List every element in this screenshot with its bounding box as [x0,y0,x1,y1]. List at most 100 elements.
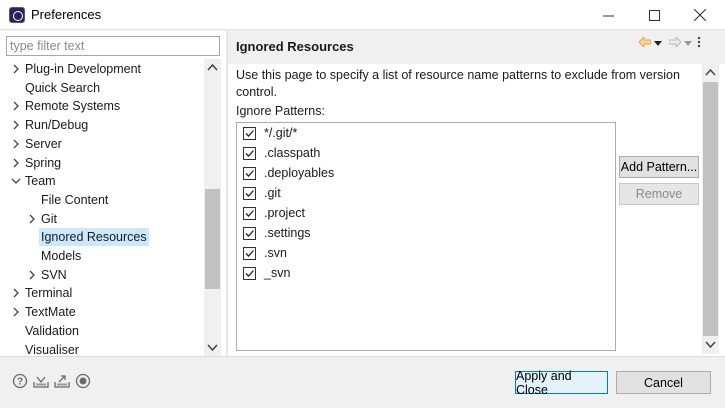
tree-item[interactable]: SVN [0,266,204,284]
chevron-right-icon[interactable] [26,269,38,281]
pattern-row[interactable]: .svn [243,244,287,262]
tree-item[interactable]: Spring [0,154,204,172]
import-icon[interactable] [33,373,49,389]
pattern-row[interactable]: */.git/* [243,124,297,142]
tree-item-label: Terminal [25,286,73,301]
scroll-down-icon [705,341,716,349]
tree-item-label: Ignored Resources [39,228,149,247]
chevron-right-icon[interactable] [10,138,22,150]
back-dropdown-icon[interactable] [654,36,662,50]
pattern-label: .settings [264,226,311,240]
forward-dropdown-icon[interactable] [684,36,692,50]
cancel-button[interactable]: Cancel [616,371,711,394]
tree-scrollbar[interactable] [204,59,221,356]
tree-item[interactable]: Ignored Resources [0,228,204,247]
ignore-patterns-list[interactable]: */.git/* .classpath .deployables .git .proje… [236,122,616,351]
pattern-checkbox[interactable] [243,246,256,260]
tree-item[interactable]: Quick Search [0,79,204,97]
preferences-tree: Plug-in Development Quick Search Remote Sy… [0,59,204,356]
record-icon[interactable] [75,373,91,389]
eclipse-app-icon [9,7,25,23]
tree-item[interactable]: Validation [0,322,204,340]
chevron-right-icon[interactable] [10,287,22,299]
tree-item[interactable]: Run/Debug [0,116,204,134]
tree-item-label: Visualiser [25,342,79,357]
tree-item[interactable]: Visualiser [0,341,204,357]
tree-item-label: Server [25,136,62,151]
scroll-up-icon [705,68,716,76]
pattern-row[interactable]: .project [243,204,305,222]
pattern-checkbox[interactable] [243,226,256,240]
scroll-up-icon [207,63,218,71]
close-button[interactable] [677,0,723,30]
pattern-row[interactable]: .deployables [243,164,334,182]
tree-item-label: TextMate [25,305,76,320]
pattern-checkbox[interactable] [243,166,256,180]
tree-item[interactable]: TextMate [0,303,204,321]
chevron-right-icon[interactable] [10,306,22,318]
maximize-icon [648,9,660,21]
preferences-tree-pane: Plug-in Development Quick Search Remote Sy… [0,31,226,356]
pattern-checkbox[interactable] [243,206,256,220]
tree-item-label: File Content [41,192,109,207]
tree-scroll-thumb[interactable] [205,189,220,289]
tree-item[interactable]: Terminal [0,284,204,302]
remove-button[interactable]: Remove [619,183,699,205]
back-arrow-icon[interactable] [638,35,652,50]
help-icon[interactable]: ? [12,373,28,389]
export-icon[interactable] [54,373,70,389]
pattern-label: .project [264,206,305,220]
view-menu-icon[interactable] [697,36,701,51]
window-title: Preferences [31,7,102,22]
dialog-footer: ? Apply and Close Cancel [0,356,725,408]
tree-item[interactable]: Team [0,172,204,190]
checkmark-icon [245,269,254,277]
svg-text:?: ? [17,377,23,388]
pattern-checkbox[interactable] [243,266,256,280]
page-header: Ignored Resources [228,31,725,61]
chevron-right-icon[interactable] [10,63,22,75]
tree-item[interactable]: Plug-in Development [0,60,204,78]
scroll-down-icon [207,344,218,352]
tree-item-label: Run/Debug [25,118,89,133]
tree-item-label: Validation [25,323,79,338]
minimize-button[interactable] [585,0,631,30]
pattern-label: _svn [264,266,291,280]
tree-item[interactable]: Git [0,210,204,228]
pattern-label: .svn [264,246,287,260]
tree-item-label: SVN [41,267,67,282]
tree-item-label: Git [41,211,57,226]
tree-item[interactable]: Models [0,247,204,265]
pattern-checkbox[interactable] [243,186,256,200]
forward-arrow-icon[interactable] [668,35,682,50]
tree-item-label: Quick Search [25,80,101,95]
pattern-checkbox[interactable] [243,146,256,160]
preference-page: Ignored Resources Use this page to speci… [228,31,725,356]
add-pattern-button[interactable]: Add Pattern... [619,156,699,178]
pattern-checkbox[interactable] [243,126,256,140]
page-scrollbar[interactable] [702,64,719,354]
page-content: Use this page to specify a list of resou… [228,64,725,356]
chevron-right-icon[interactable] [10,157,22,169]
apply-and-close-button[interactable]: Apply and Close [515,369,608,397]
chevron-right-icon[interactable] [10,100,22,112]
chevron-right-icon[interactable] [26,213,38,225]
pattern-label: .classpath [264,146,321,160]
pattern-row[interactable]: .git [243,184,281,202]
tree-item[interactable]: Server [0,135,204,153]
maximize-button[interactable] [631,0,677,30]
filter-input[interactable] [6,36,220,56]
close-icon [694,9,706,21]
pattern-row[interactable]: .classpath [243,144,320,162]
tree-item[interactable]: Remote Systems [0,97,204,115]
checkmark-icon [245,249,254,257]
tree-item-label: Team [25,174,56,189]
pattern-row[interactable]: _svn [243,264,290,282]
pattern-label: .git [264,186,281,200]
chevron-right-icon[interactable] [10,119,22,131]
pattern-row[interactable]: .settings [243,224,311,242]
page-scroll-thumb[interactable] [703,82,718,336]
checkmark-icon [245,149,254,157]
tree-item[interactable]: File Content [0,191,204,209]
chevron-down-icon[interactable] [10,175,22,187]
